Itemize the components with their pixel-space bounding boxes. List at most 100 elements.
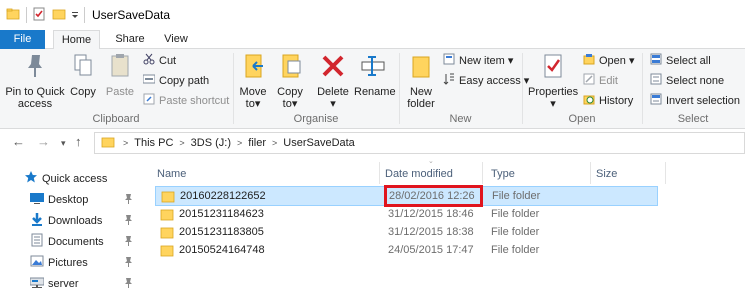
ribbon: Pin to Quick access Copy Paste Cut Copy … [0, 49, 745, 129]
rename-button[interactable]: Rename [354, 51, 396, 98]
divider [26, 7, 27, 23]
select-all-button[interactable]: Select all [650, 51, 711, 70]
address-toolbar: ← → ▾ ↑ > This PC > 3DS (J:) > filer > U… [0, 130, 745, 156]
nav-label: Downloads [48, 214, 103, 227]
new-folder-button[interactable]: New folder [404, 51, 438, 110]
new-folder-icon[interactable] [52, 7, 66, 24]
edit-button[interactable]: Edit [583, 71, 618, 90]
file-type: File folder [491, 244, 540, 256]
folder-icon [160, 244, 174, 260]
chevron-right-icon[interactable]: > [179, 138, 184, 148]
copy-path-button[interactable]: Copy path [142, 71, 210, 90]
select-none-button[interactable]: Select none [650, 71, 724, 90]
highlight-box [384, 185, 483, 207]
nav-item-server[interactable]: server [0, 273, 145, 294]
nav-item-downloads[interactable]: Downloads [0, 210, 145, 231]
chevron-right-icon[interactable]: > [123, 138, 128, 148]
paste-shortcut-button[interactable]: Paste shortcut [143, 91, 229, 110]
chevron-right-icon[interactable]: > [237, 138, 242, 148]
copy-label: Copy [70, 86, 96, 98]
new-item-button[interactable]: New item ▾ [443, 51, 513, 70]
column-divider[interactable] [482, 162, 483, 184]
invert-selection-button[interactable]: Invert selection [650, 91, 740, 110]
open-button[interactable]: Open ▾ [583, 51, 635, 70]
folder-icon [160, 226, 174, 242]
new-item-icon [443, 53, 455, 68]
pin-icon[interactable] [124, 193, 133, 208]
history-button[interactable]: History [583, 91, 633, 110]
table-row[interactable]: 20160228122652 28/02/2016 12:26 File fol… [155, 185, 658, 207]
pin-icon[interactable] [124, 256, 133, 271]
pin-quick-access-button[interactable]: Pin to Quick access [4, 51, 66, 110]
delete-button[interactable]: Delete ▾ [315, 51, 351, 110]
tab-home[interactable]: Home [53, 30, 100, 50]
documents-icon [30, 233, 44, 250]
paste-button[interactable]: Paste [104, 51, 136, 98]
folder-icon[interactable] [6, 7, 20, 24]
copy-path-icon [142, 73, 156, 88]
pin-icon [4, 51, 66, 84]
recent-locations-chevron-icon[interactable]: ▾ [61, 138, 66, 149]
column-header-date[interactable]: Date modified [385, 164, 453, 184]
breadcrumb-filer[interactable]: filer [248, 137, 266, 149]
tab-view[interactable]: View [160, 30, 192, 49]
select-all-label: Select all [666, 54, 711, 67]
column-divider[interactable] [379, 162, 380, 184]
tab-file[interactable]: File [0, 30, 45, 49]
file-name: 20151231183805 [179, 226, 264, 238]
chevron-right-icon[interactable]: > [272, 138, 277, 148]
easy-access-button[interactable]: Easy access ▾ [443, 71, 529, 90]
group-label-open: Open [568, 113, 596, 125]
column-divider[interactable] [590, 162, 591, 184]
open-label: Open [599, 54, 626, 67]
file-type: File folder [491, 226, 540, 238]
folder-icon [161, 190, 175, 206]
select-none-label: Select none [666, 74, 725, 87]
nav-label: Pictures [48, 256, 88, 269]
column-header-name[interactable]: Name [157, 164, 186, 184]
move-to-button[interactable]: Move to▾ [238, 51, 268, 110]
ribbon-tabs: File Home Share View [0, 30, 745, 50]
cut-button[interactable]: Cut [143, 51, 176, 70]
forward-arrow-icon[interactable]: → [37, 134, 50, 149]
nav-label: Quick access [42, 172, 108, 185]
properties-check-icon[interactable] [32, 7, 46, 24]
copy-to-button[interactable]: Copy to▾ [275, 51, 305, 110]
nav-item-desktop[interactable]: Desktop [0, 189, 145, 210]
desktop-icon [30, 191, 44, 208]
nav-item-quick-access[interactable]: Quick access [0, 168, 145, 189]
copy-to-label-1: Copy [277, 86, 303, 98]
properties-button[interactable]: Properties ▾ [528, 51, 578, 110]
pin-icon[interactable] [124, 277, 133, 292]
copy-path-label: Copy path [159, 74, 210, 87]
column-divider[interactable] [665, 162, 666, 184]
select-none-icon [650, 73, 662, 88]
file-date: 31/12/2015 18:38 [388, 226, 474, 238]
pin-icon[interactable] [124, 214, 133, 229]
open-icon [583, 53, 595, 68]
nav-item-documents[interactable]: Documents [0, 231, 145, 252]
delete-x-icon [315, 51, 351, 84]
invert-selection-icon [650, 93, 662, 108]
customize-dropdown-icon[interactable] [70, 7, 80, 24]
nav-item-pictures[interactable]: Pictures [0, 252, 145, 273]
copy-button[interactable]: Copy [68, 51, 98, 98]
table-row[interactable]: 20151231184623 31/12/2015 18:46 File fol… [155, 205, 658, 225]
tab-share[interactable]: Share [110, 30, 150, 49]
breadcrumb-usersavedata[interactable]: UserSaveData [283, 137, 355, 149]
table-row[interactable]: 20150524164748 24/05/2015 17:47 File fol… [155, 241, 658, 261]
breadcrumb-this-pc[interactable]: This PC [134, 137, 173, 149]
up-arrow-icon[interactable]: ↑ [75, 134, 82, 149]
address-bar[interactable]: > This PC > 3DS (J:) > filer > UserSaveD… [94, 132, 745, 154]
column-header-type[interactable]: Type [491, 164, 515, 184]
back-arrow-icon[interactable]: ← [12, 134, 25, 149]
pin-icon[interactable] [124, 235, 133, 250]
copy-to-label-2: to [282, 98, 292, 110]
breadcrumb-drive[interactable]: 3DS (J:) [191, 137, 231, 149]
divider [84, 7, 85, 23]
download-icon [30, 212, 44, 229]
table-row[interactable]: 20151231183805 31/12/2015 18:38 File fol… [155, 223, 658, 243]
folder-icon [101, 135, 115, 152]
copy-icon [68, 51, 98, 84]
column-header-size[interactable]: Size [596, 164, 617, 184]
